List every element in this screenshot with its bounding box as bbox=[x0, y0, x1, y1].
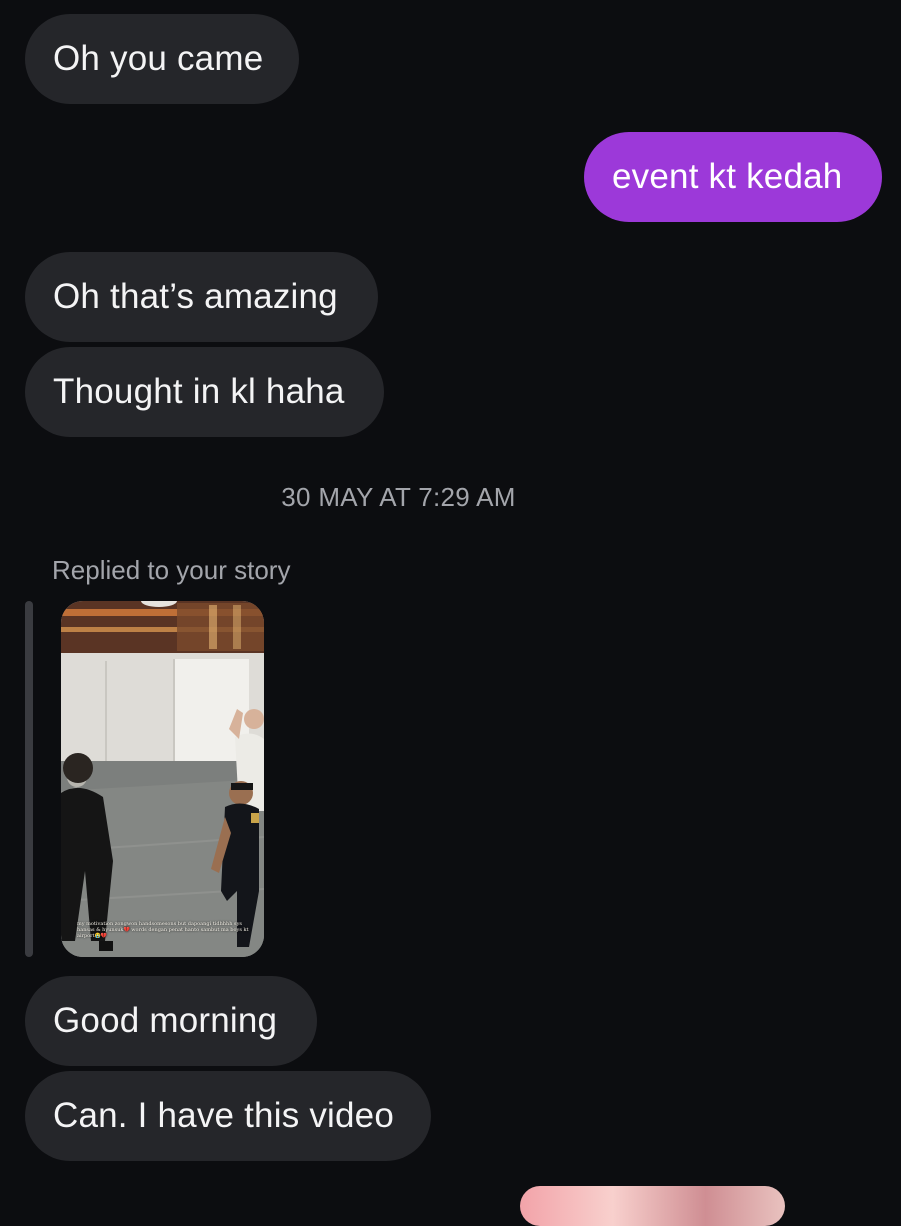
reply-indicator-bar bbox=[25, 601, 33, 957]
incoming-message-bubble[interactable]: Good morning bbox=[25, 976, 317, 1066]
message-text: Good morning bbox=[53, 1001, 278, 1040]
incoming-message-bubble[interactable]: Can. I have this video bbox=[25, 1071, 431, 1161]
story-thumbnail[interactable]: my motivation zongwon handsomesons but d… bbox=[61, 601, 264, 957]
media-message-preview[interactable] bbox=[520, 1186, 785, 1226]
story-caption: my motivation zongwon handsomesons but d… bbox=[77, 921, 249, 939]
incoming-message-bubble[interactable]: Oh that’s amazing bbox=[25, 252, 378, 342]
message-text: event kt kedah bbox=[612, 157, 843, 196]
outgoing-message-bubble[interactable]: event kt kedah bbox=[584, 132, 882, 222]
message-text: Can. I have this video bbox=[53, 1096, 394, 1135]
story-reply-label: Replied to your story bbox=[52, 555, 291, 585]
incoming-message-bubble[interactable]: Thought in kl haha bbox=[25, 347, 384, 437]
incoming-message-bubble[interactable]: Oh you came bbox=[25, 14, 299, 104]
message-text: Oh you came bbox=[53, 39, 264, 78]
message-text: Thought in kl haha bbox=[53, 372, 345, 411]
message-timestamp: 30 MAY AT 7:29 AM bbox=[281, 482, 516, 512]
message-text: Oh that’s amazing bbox=[53, 277, 338, 316]
story-video-frame bbox=[61, 601, 264, 957]
